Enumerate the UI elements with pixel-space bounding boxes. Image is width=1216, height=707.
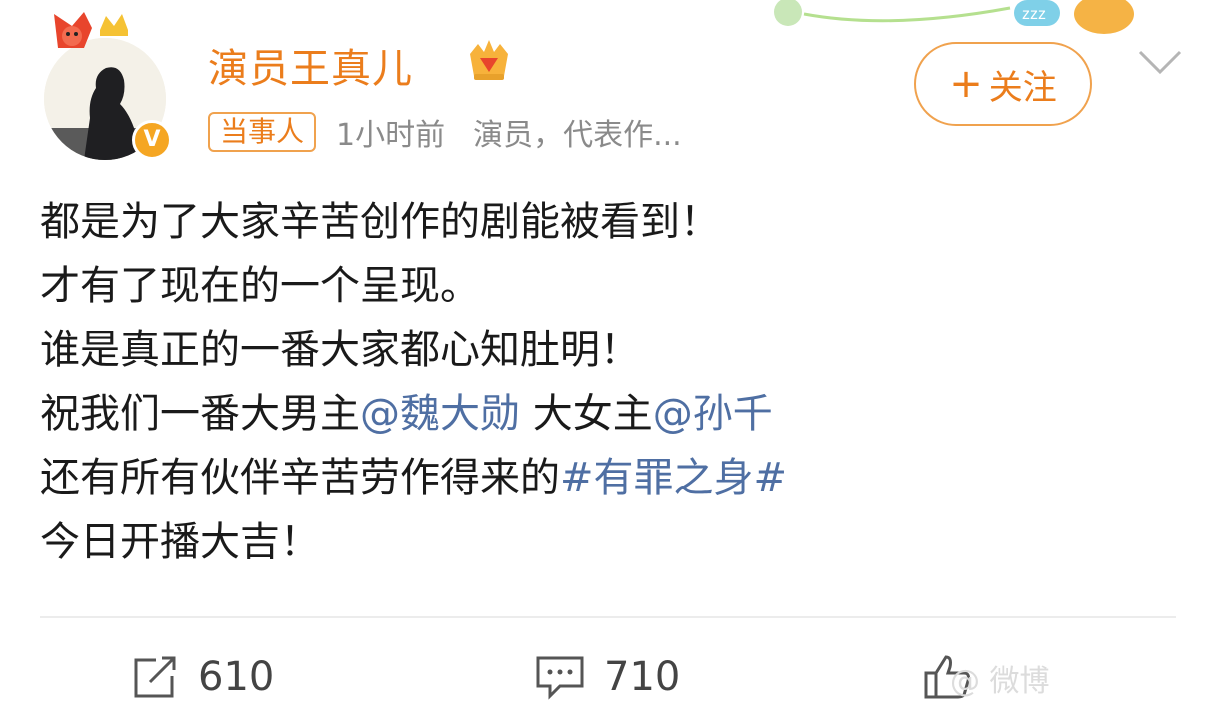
mention-link[interactable]: @孙千	[653, 391, 773, 437]
verified-icon: V	[132, 120, 172, 160]
involved-party-tag: 当事人	[208, 112, 317, 152]
post-text: 祝我们一番大男主	[40, 391, 360, 437]
divider	[40, 616, 1176, 618]
fox-frame-icon	[54, 12, 128, 48]
svg-text:zzz: zzz	[1022, 6, 1046, 23]
post-line: 都是为了大家辛苦创作的剧能被看到！	[40, 190, 1180, 254]
post-line: 还有所有伙伴辛苦劳作得来的#有罪之身#	[40, 446, 1180, 510]
post-text: 今日开播大吉！	[40, 519, 320, 565]
watermark: @ 微博	[950, 664, 1050, 699]
mention-link[interactable]: @魏大勋	[360, 391, 520, 437]
post-line: 才有了现在的一个呈现。	[40, 254, 1180, 318]
post-text: 才有了现在的一个呈现。	[40, 263, 480, 309]
post-text: 还有所有伙伴辛苦劳作得来的	[40, 455, 560, 501]
comment-icon	[536, 656, 584, 700]
meta-row: 当事人 1小时前 演员，代表作...	[208, 112, 682, 153]
follow-button[interactable]: + 关注	[914, 42, 1092, 126]
post-time: 1小时前	[336, 118, 446, 153]
repost-count: 610	[198, 654, 275, 700]
post-line: 祝我们一番大男主@魏大勋 大女主@孙千	[40, 382, 1180, 446]
comment-count: 710	[604, 654, 681, 700]
repost-icon	[134, 656, 176, 698]
user-bio: 演员，代表作...	[473, 118, 682, 153]
crown-icon	[470, 40, 508, 80]
hashtag-link[interactable]: #有罪之身#	[560, 455, 787, 501]
post-line: 谁是真正的一番大家都心知肚明！	[40, 318, 1180, 382]
post-text: 谁是真正的一番大家都心知肚明！	[40, 327, 640, 373]
avatar-area[interactable]: V	[40, 8, 180, 160]
comment-action[interactable]: 710	[534, 650, 680, 704]
decoration-icon: zzz	[774, 0, 1134, 34]
post-text: 大女主	[520, 391, 653, 437]
post-body: 都是为了大家辛苦创作的剧能被看到！ 才有了现在的一个呈现。谁是真正的一番大家都心知…	[40, 190, 1180, 574]
chevron-down-icon[interactable]	[1136, 48, 1184, 78]
post-text: 都是为了大家辛苦创作的剧能被看到！	[40, 199, 720, 245]
plus-icon: +	[949, 61, 983, 107]
post-line: 今日开播大吉！	[40, 510, 1180, 574]
username[interactable]: 演员王真儿	[208, 36, 413, 94]
follow-label: 关注	[988, 67, 1057, 108]
repost-action[interactable]: 610	[130, 650, 274, 704]
